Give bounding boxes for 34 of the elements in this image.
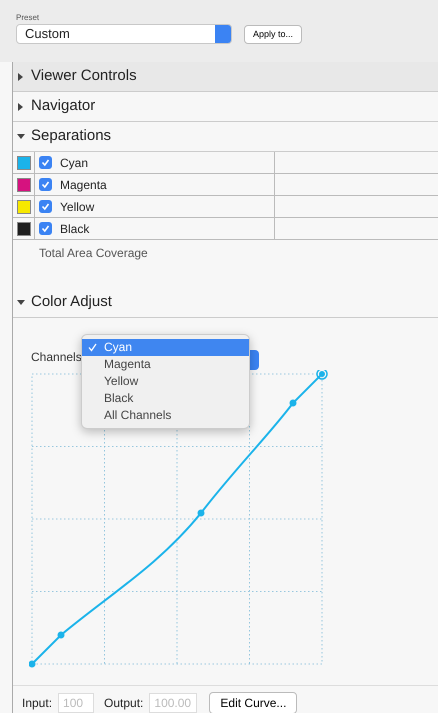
checkbox[interactable] (39, 156, 52, 169)
output-field[interactable]: 100.00 (149, 693, 198, 713)
separation-name: Yellow (60, 198, 94, 216)
separation-name: Magenta (60, 176, 107, 194)
channel-menu-item[interactable]: Yellow (82, 373, 249, 390)
checkbox[interactable] (39, 200, 52, 213)
separation-name: Cyan (60, 154, 88, 172)
apply-button[interactable]: Apply to... (244, 24, 302, 44)
separation-name: Black (60, 220, 90, 238)
curve-point[interactable] (29, 660, 36, 668)
preset-select[interactable]: Custom (16, 24, 232, 44)
input-label: Input: (22, 695, 52, 712)
total-area-coverage-label: Total Area Coverage (39, 246, 148, 260)
output-label: Output: (104, 695, 144, 712)
curve-point[interactable] (198, 510, 204, 516)
section-header[interactable]: Viewer Controls (13, 62, 438, 92)
channel-menu-item[interactable]: Magenta (82, 356, 249, 373)
channel-menu-item[interactable]: Black (82, 390, 249, 407)
selected-curve-point[interactable] (316, 370, 328, 380)
expanded-triangle-icon[interactable] (17, 298, 25, 306)
collapsed-triangle-icon[interactable] (17, 72, 25, 80)
edit-curve-button[interactable]: Edit Curve... (209, 692, 298, 713)
preset-label: Preset (16, 12, 40, 24)
curve-point[interactable] (58, 632, 64, 638)
check-mark-icon (88, 343, 97, 352)
checkbox[interactable] (39, 178, 52, 191)
curve-point[interactable] (290, 400, 296, 406)
collapsed-triangle-icon[interactable] (17, 102, 25, 110)
checkbox[interactable] (39, 222, 52, 235)
channel-menu-item[interactable]: Cyan (82, 339, 249, 356)
input-field[interactable]: 100 (58, 693, 94, 713)
channels-label: Channels (31, 349, 82, 366)
channel-menu-item[interactable]: All Channels (82, 407, 249, 424)
expanded-triangle-icon[interactable] (17, 132, 25, 140)
